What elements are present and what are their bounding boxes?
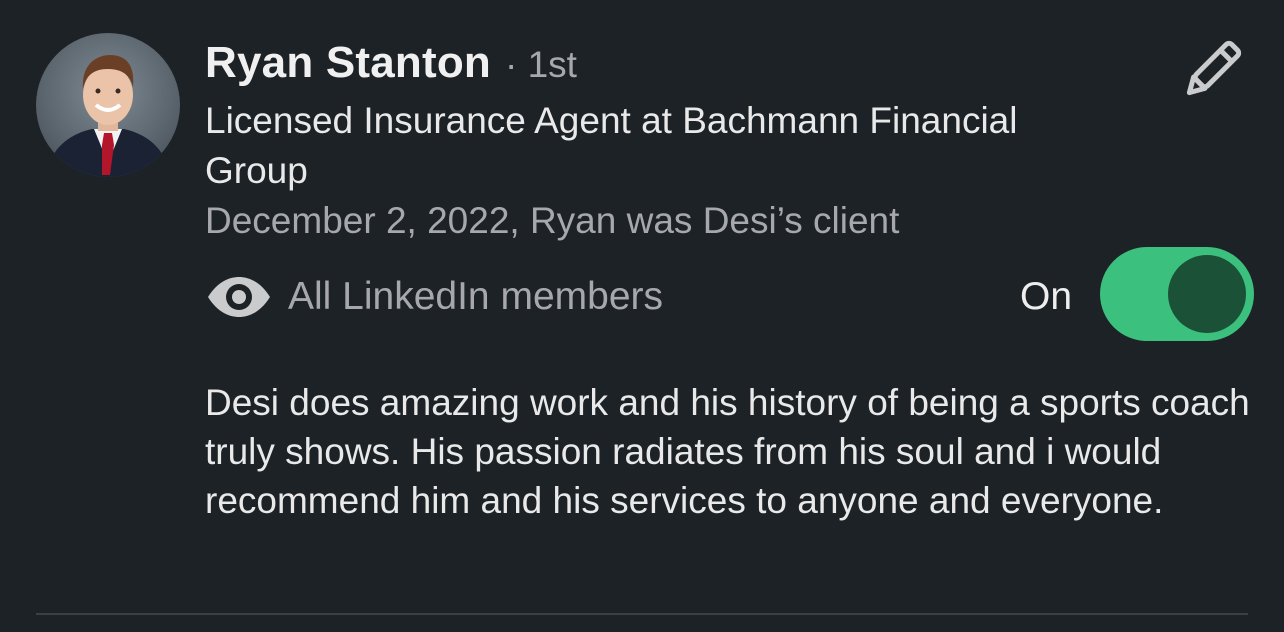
author-name[interactable]: Ryan Stanton <box>205 38 491 88</box>
author-name-row: Ryan Stanton · 1st <box>205 38 577 94</box>
recommendation-text: Desi does amazing work and his history o… <box>205 382 1250 521</box>
visibility-setting: All LinkedIn members <box>206 270 663 324</box>
visibility-label: All LinkedIn members <box>288 275 663 318</box>
connection-degree: · 1st <box>504 44 577 85</box>
avatar[interactable] <box>36 33 180 177</box>
visibility-toggle[interactable] <box>1100 247 1254 341</box>
author-headline: Licensed Insurance Agent at Bachmann Fin… <box>205 100 1018 191</box>
eye-icon <box>208 277 270 317</box>
toggle-knob[interactable] <box>1168 255 1246 333</box>
toggle-state-label: On <box>1020 275 1073 318</box>
relationship-meta: December 2, 2022, Ryan was Desi’s client <box>205 200 900 241</box>
divider <box>36 613 1248 615</box>
edit-button[interactable] <box>1176 36 1248 104</box>
pencil-icon <box>1186 40 1242 96</box>
recommendation-card: Ryan Stanton · 1st Licensed Insurance Ag… <box>0 0 1284 632</box>
profile-photo <box>46 55 170 177</box>
